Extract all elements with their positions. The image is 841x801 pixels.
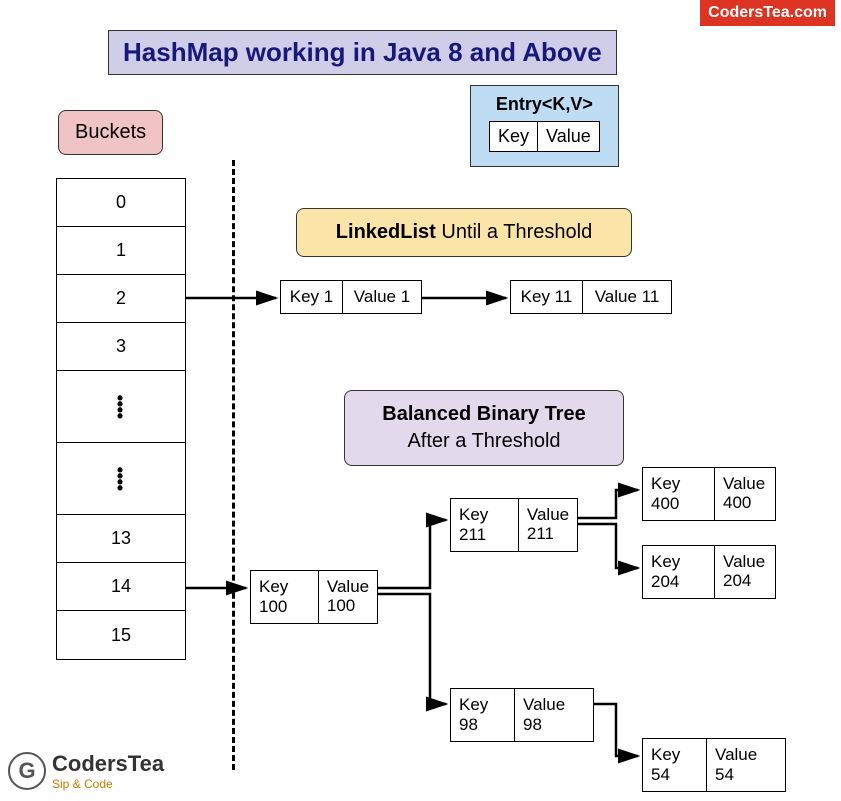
bucket-cell: 2: [57, 275, 185, 323]
balancedtree-label: Balanced Binary Tree After a Threshold: [344, 390, 624, 466]
bucket-cell: 14: [57, 563, 185, 611]
tree-node-key: Key 100: [251, 571, 319, 623]
tree-node-value: Value 204: [715, 546, 775, 598]
ll-node: Key 1 Value 1: [280, 280, 422, 314]
page-title: HashMap working in Java 8 and Above: [108, 30, 617, 75]
tree-node-value: Value 54: [707, 739, 785, 791]
tree-node: Key 400 Value 400: [642, 467, 776, 521]
linkedlist-label: LinkedList Until a Threshold: [296, 208, 632, 257]
tree-node: Key 98 Value 98: [450, 688, 594, 742]
tree-node-value: Value 100: [319, 571, 377, 623]
tree-node-key: Key 98: [451, 689, 515, 741]
bucket-cell: 15: [57, 611, 185, 659]
logo-text-bottom: Sip & Code: [52, 777, 164, 791]
tree-node: Key 211 Value 211: [450, 498, 578, 552]
entry-legend: Entry<K,V> Key Value: [470, 85, 619, 167]
ll-node-key: Key 1: [281, 281, 343, 313]
ll-node-key: Key 11: [511, 281, 583, 313]
tree-node: Key 54 Value 54: [642, 738, 786, 792]
bucket-cell: 13: [57, 515, 185, 563]
bucket-column: 0 1 2 3 •••• •••• 13 14 15: [56, 178, 186, 660]
tree-node-root: Key 100 Value 100: [250, 570, 378, 624]
tree-node-key: Key 54: [643, 739, 707, 791]
tree-node-key: Key 400: [643, 468, 715, 520]
tree-node-value: Value 211: [519, 499, 577, 551]
ll-node-value: Value 1: [343, 281, 421, 313]
tree-node-value: Value 98: [515, 689, 593, 741]
entry-key-label: Key: [490, 122, 538, 151]
logo-text-top: CodersTea: [52, 751, 164, 777]
entry-value-label: Value: [538, 122, 599, 151]
ll-node-value: Value 11: [583, 281, 671, 313]
bucket-cell: 0: [57, 179, 185, 227]
ll-node: Key 11 Value 11: [510, 280, 672, 314]
bucket-cell-dots: ••••: [57, 443, 185, 515]
dashed-separator: [232, 160, 235, 770]
bucket-cell: 3: [57, 323, 185, 371]
brand-tag: CodersTea.com: [700, 0, 835, 26]
logo-icon: G: [8, 752, 46, 790]
buckets-label: Buckets: [58, 110, 163, 155]
bucket-cell: 1: [57, 227, 185, 275]
logo: G CodersTea Sip & Code: [8, 751, 164, 791]
bucket-cell-dots: ••••: [57, 371, 185, 443]
tree-node-key: Key 211: [451, 499, 519, 551]
tree-node: Key 204 Value 204: [642, 545, 776, 599]
tree-node-key: Key 204: [643, 546, 715, 598]
tree-node-value: Value 400: [715, 468, 775, 520]
entry-title: Entry<K,V>: [489, 94, 600, 115]
